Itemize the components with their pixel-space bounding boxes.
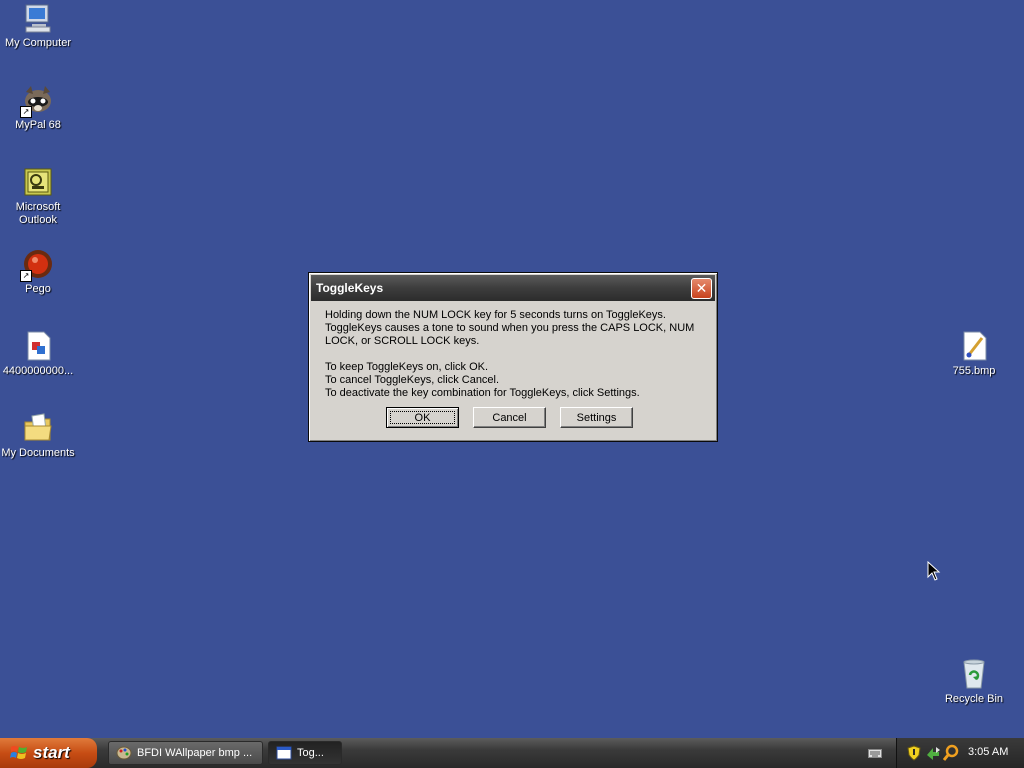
taskbar-item-label: BFDI WAllpaper bmp ... bbox=[137, 747, 253, 759]
folder-documents-icon bbox=[22, 412, 54, 444]
desktop-icon-label: 4400000000... bbox=[2, 365, 74, 377]
desktop-icon-label: Pego bbox=[25, 283, 51, 295]
desktop-icon-label: My Computer bbox=[4, 37, 72, 49]
cancel-button-label: Cancel bbox=[492, 412, 527, 424]
desktop-icon-outlook[interactable]: Microsoft Outlook bbox=[0, 166, 78, 227]
close-icon: ✕ bbox=[695, 280, 708, 296]
start-label: start bbox=[33, 743, 70, 762]
outlook-icon bbox=[22, 166, 54, 198]
shortcut-arrow-icon: ↗ bbox=[20, 270, 32, 282]
network-arrows-icon[interactable] bbox=[925, 745, 941, 761]
desktop-icon-pego[interactable]: ↗ Pego bbox=[0, 248, 78, 296]
windows-logo-icon bbox=[10, 746, 27, 759]
taskbar-item-bfdi-wallpaper[interactable]: BFDI WAllpaper bmp ... bbox=[108, 741, 263, 765]
mouse-cursor-icon bbox=[927, 561, 941, 581]
cancel-button[interactable]: Cancel bbox=[473, 407, 546, 428]
pego-icon: ↗ bbox=[20, 248, 54, 282]
system-tray: 3:05 AM bbox=[896, 738, 1024, 768]
clock[interactable]: 3:05 AM bbox=[968, 746, 1008, 758]
taskbar-item-label: Tog... bbox=[297, 747, 324, 759]
desktop-icon-my-computer[interactable]: My Computer bbox=[0, 2, 78, 50]
ok-button[interactable]: OK bbox=[386, 407, 459, 428]
image-file-icon bbox=[22, 330, 54, 362]
start-button[interactable]: start bbox=[0, 738, 97, 768]
focus-rectangle bbox=[390, 411, 455, 424]
togglekeys-dialog: ToggleKeys ✕ Holding down the NUM LOCK k… bbox=[308, 272, 718, 442]
dialog-paragraph-description: Holding down the NUM LOCK key for 5 seco… bbox=[325, 309, 695, 347]
desktop-icon-755-bmp[interactable]: 755.bmp bbox=[934, 330, 1014, 378]
desktop-icon-label: Recycle Bin bbox=[944, 693, 1004, 705]
dialog-titlebar[interactable]: ToggleKeys ✕ bbox=[311, 275, 715, 301]
mypal-raccoon-icon: ↗ bbox=[20, 84, 54, 118]
taskbar: start BFDI WAllpaper bmp ... Tog... 3:05… bbox=[0, 738, 1024, 768]
window-icon bbox=[276, 746, 292, 760]
desktop-icon-image-file[interactable]: 4400000000... bbox=[0, 330, 78, 378]
keyboard-icon[interactable] bbox=[868, 747, 882, 759]
shortcut-arrow-icon: ↗ bbox=[20, 106, 32, 118]
settings-button[interactable]: Settings bbox=[560, 407, 633, 428]
dialog-message: Holding down the NUM LOCK key for 5 seco… bbox=[325, 309, 705, 413]
desktop-icon-mypal[interactable]: ↗ MyPal 68 bbox=[0, 84, 78, 132]
desktop-icon-label: Microsoft Outlook bbox=[15, 201, 61, 226]
taskbar-item-togglekeys[interactable]: Tog... bbox=[268, 741, 342, 765]
desktop-icon-label: My Documents bbox=[1, 447, 75, 459]
desktop-icon-label: MyPal 68 bbox=[15, 119, 61, 131]
computer-icon bbox=[22, 2, 54, 34]
desktop-icon-recycle-bin[interactable]: Recycle Bin bbox=[934, 658, 1014, 706]
search-icon[interactable] bbox=[943, 744, 959, 761]
security-shield-icon[interactable] bbox=[907, 745, 921, 761]
desktop-icon-my-documents[interactable]: My Documents bbox=[0, 412, 78, 460]
bitmap-file-icon bbox=[958, 330, 990, 362]
dialog-paragraph-instructions: To keep ToggleKeys on, click OK. To canc… bbox=[325, 361, 640, 399]
settings-button-label: Settings bbox=[576, 412, 617, 424]
recycle-bin-icon bbox=[958, 658, 990, 690]
paint-icon bbox=[116, 746, 132, 760]
close-button[interactable]: ✕ bbox=[691, 278, 712, 299]
desktop-icon-label: 755.bmp bbox=[952, 365, 996, 377]
dialog-title: ToggleKeys bbox=[316, 281, 384, 295]
